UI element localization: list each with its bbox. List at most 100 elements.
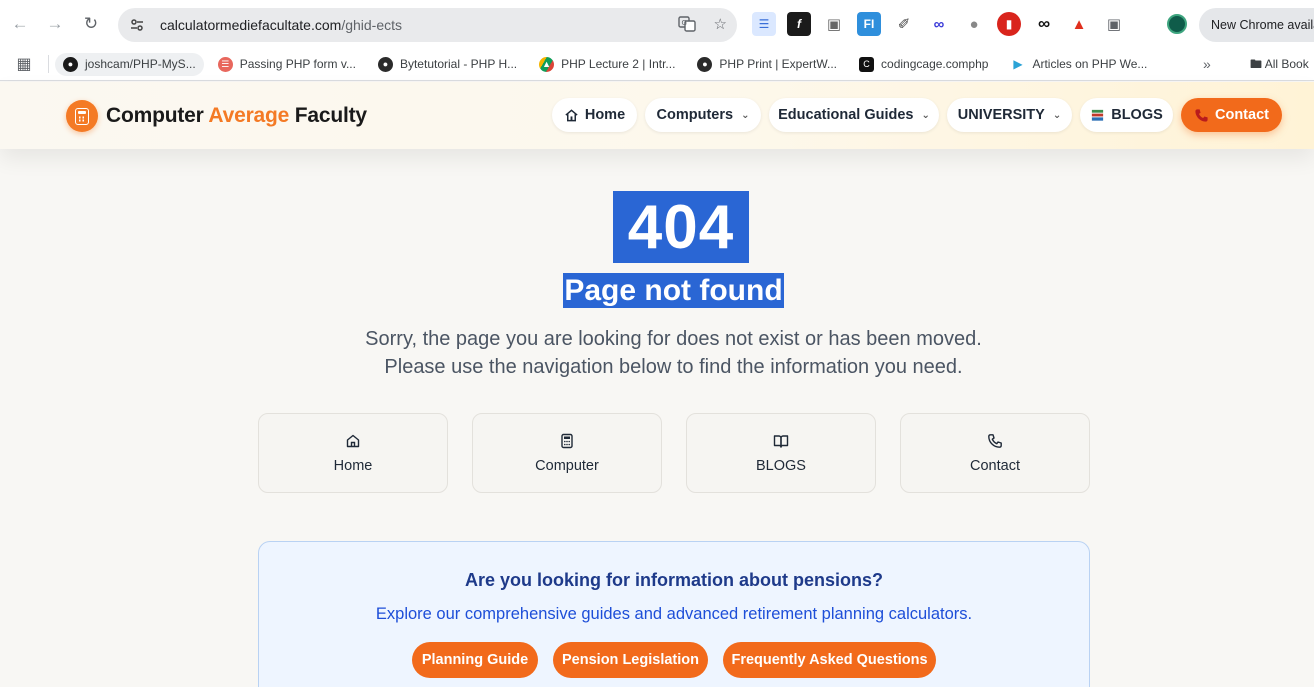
- bookmark-label: Passing PHP form v...: [239, 57, 356, 71]
- book-open-icon: [773, 434, 789, 448]
- quick-link-home[interactable]: Home: [258, 413, 448, 493]
- quick-link-label: Home: [333, 457, 373, 474]
- url-domain: calculatormediefacultate.com: [160, 17, 342, 33]
- more-bookmarks-chevron-icon[interactable]: »: [1203, 56, 1211, 72]
- reload-button[interactable]: ↻: [74, 7, 108, 41]
- chrome-update-chip[interactable]: New Chrome availa: [1199, 8, 1314, 42]
- url-text[interactable]: calculatormediefacultate.com/ghid-ects: [160, 17, 402, 33]
- back-button[interactable]: ←: [3, 7, 37, 41]
- drive-icon: ▲: [539, 56, 555, 72]
- nav-blogs-label: BLOGS: [1111, 107, 1163, 123]
- error-message-line1: Sorry, the page you are looking for does…: [365, 328, 982, 350]
- nav-contact-label: Contact: [1215, 107, 1269, 123]
- bookmark-label: codingcage.comphp: [881, 57, 989, 71]
- nav-guides-label: Educational Guides: [778, 107, 914, 123]
- bookmark-item[interactable]: ● PHP Print | ExpertW...: [689, 53, 845, 76]
- site-settings-icon[interactable]: [128, 16, 146, 34]
- bookmark-label: Articles on PHP We...: [1032, 57, 1148, 71]
- github-icon: ●: [63, 56, 78, 72]
- bookmark-label: Bytetutorial - PHP H...: [399, 57, 518, 71]
- bookmark-star-icon[interactable]: ☆: [714, 15, 727, 37]
- link-extension-icon[interactable]: ∞: [927, 12, 951, 36]
- stop-extension-icon[interactable]: ▮: [997, 12, 1021, 36]
- acrobat-extension-icon[interactable]: ▲: [1067, 12, 1091, 36]
- extensions-bar: ☰ f ▣ FI ✐ ∞ ● ▮ ∞ ▲ ▣: [752, 12, 1126, 36]
- nav-university[interactable]: UNIVERSITY ⌄: [947, 98, 1072, 132]
- nav-blogs[interactable]: BLOGS: [1080, 98, 1173, 132]
- quick-link-computer[interactable]: Computer: [472, 413, 662, 493]
- calculator-icon: [561, 433, 573, 448]
- pension-title: Are you looking for information about pe…: [465, 570, 883, 590]
- divider: [48, 55, 49, 73]
- svg-text:G: G: [681, 19, 686, 27]
- bookmark-item[interactable]: ▲ PHP Lecture 2 | Intr...: [531, 53, 683, 76]
- forward-button[interactable]: →: [38, 7, 72, 41]
- nav-home[interactable]: Home: [552, 98, 637, 132]
- brand-part2: Faculty: [289, 104, 367, 127]
- all-bookmarks-folder[interactable]: 🖿 All Book: [1250, 55, 1309, 76]
- puzzle-extensions-icon[interactable]: ▣: [1102, 12, 1126, 36]
- fi-extension-icon[interactable]: FI: [857, 12, 881, 36]
- calculator-logo-icon[interactable]: [66, 100, 98, 132]
- folder-icon: 🖿: [1250, 57, 1263, 71]
- books-icon: [1092, 109, 1104, 121]
- quick-link-blogs[interactable]: BLOGS: [686, 413, 876, 493]
- bookmark-item[interactable]: ☰ Passing PHP form v...: [210, 53, 364, 76]
- fx-extension-icon[interactable]: f: [787, 12, 811, 36]
- bookmark-label: PHP Lecture 2 | Intr...: [561, 57, 676, 71]
- apps-grid-icon[interactable]: ▦: [0, 54, 48, 74]
- browser-toolbar: ← → ↻ calculatormediefacultate.com/ghid-…: [0, 0, 1314, 48]
- globe-icon: ●: [377, 56, 393, 72]
- all-bookmarks-label: All Book: [1264, 57, 1309, 71]
- bookmark-label: PHP Print | ExpertW...: [719, 57, 838, 71]
- address-bar[interactable]: calculatormediefacultate.com/ghid-ects G…: [118, 8, 737, 42]
- planning-guide-button[interactable]: Planning Guide: [412, 642, 538, 678]
- brand-accent: Average: [208, 104, 290, 127]
- quick-link-contact[interactable]: Contact: [900, 413, 1090, 493]
- nav-educational-guides[interactable]: Educational Guides ⌄: [769, 98, 939, 132]
- phone-icon: [1195, 108, 1208, 122]
- translate-extension-icon[interactable]: ☰: [752, 12, 776, 36]
- url-path: /ghid-ects: [341, 17, 403, 33]
- bookmarks-bar: ▦ ● joshcam/PHP-MyS... ☰ Passing PHP form …: [0, 48, 1314, 81]
- error-message-line2: Please use the navigation below to find …: [384, 356, 963, 378]
- brand-part1: Computer: [106, 104, 209, 127]
- infinity-extension-icon[interactable]: ∞: [1032, 12, 1056, 36]
- chevron-down-icon: ⌄: [1052, 109, 1062, 121]
- home-icon: [346, 434, 360, 447]
- nav-contact-button[interactable]: Contact: [1181, 98, 1282, 132]
- translate-icon[interactable]: G: [677, 15, 696, 37]
- bookmark-item[interactable]: ● joshcam/PHP-MyS...: [55, 52, 204, 76]
- play-icon: ▶: [1010, 56, 1026, 72]
- quick-link-label: Computer: [535, 457, 599, 474]
- site-brand[interactable]: Computer Average Faculty: [106, 104, 367, 128]
- bookmark-item[interactable]: Ccodingcage.comphp: [851, 53, 996, 76]
- error-title: Page not found: [564, 274, 783, 307]
- chevron-down-icon: ⌄: [741, 109, 750, 121]
- profile-avatar[interactable]: [1167, 14, 1187, 34]
- nav-university-label: UNIVERSITY: [957, 107, 1045, 123]
- codingcage-icon: C: [859, 56, 875, 72]
- bookmark-label: joshcam/PHP-MyS...: [85, 57, 196, 71]
- pension-legislation-button[interactable]: Pension Legislation: [553, 642, 708, 678]
- faq-button[interactable]: Frequently Asked Questions: [723, 642, 936, 678]
- chevron-down-icon: ⌄: [921, 109, 930, 121]
- nav-home-label: Home: [584, 107, 626, 123]
- error-code: 404: [627, 193, 735, 262]
- home-icon: [565, 108, 578, 121]
- nav-computers[interactable]: Computers ⌄: [645, 98, 761, 132]
- nav-computers-label: Computers: [656, 107, 734, 123]
- bookmark-item[interactable]: ● Bytetutorial - PHP H...: [370, 53, 525, 76]
- phone-icon: [988, 433, 1002, 448]
- bookmark-item[interactable]: ▶ Articles on PHP We...: [1002, 53, 1155, 76]
- pension-subtitle: Explore our comprehensive guides and adv…: [375, 605, 973, 623]
- globe-extension-icon[interactable]: ●: [962, 12, 986, 36]
- pen-extension-icon[interactable]: ✐: [892, 12, 916, 36]
- site-header: Computer Average Faculty Home Computers ⌄…: [0, 82, 1314, 149]
- pension-info-box: Are you looking for information about pe…: [258, 541, 1090, 687]
- camera-extension-icon[interactable]: ▣: [822, 12, 846, 36]
- quick-link-label: BLOGS: [756, 457, 806, 474]
- globe-icon: ●: [697, 56, 713, 72]
- quick-link-label: Contact: [970, 457, 1020, 474]
- site-favicon-icon: ☰: [217, 56, 233, 72]
